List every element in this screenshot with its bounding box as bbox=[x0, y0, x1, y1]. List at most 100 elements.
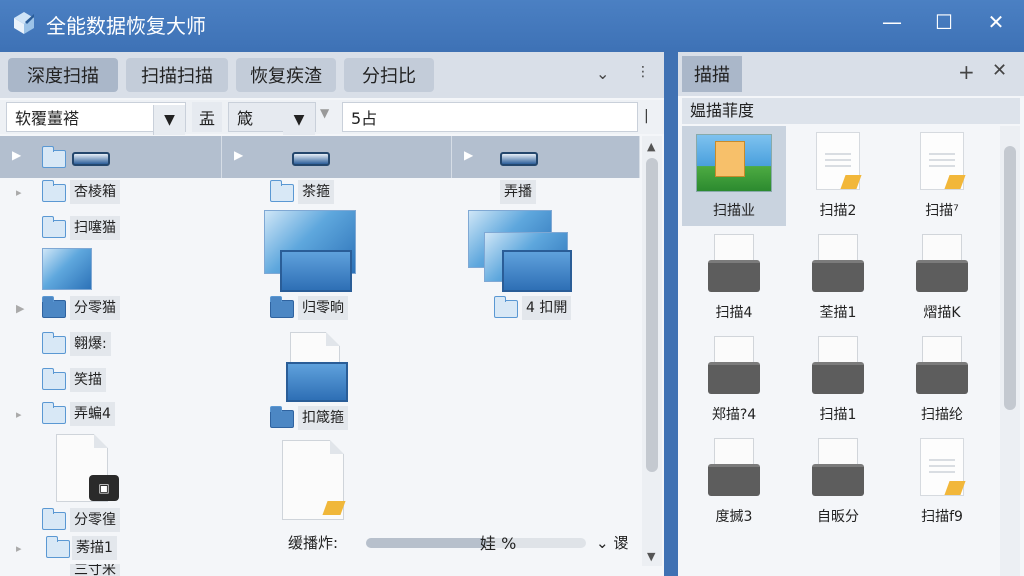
tab-recover[interactable]: 恢复疾渣 bbox=[236, 58, 336, 92]
tree-item-label: 三寸米 bbox=[70, 564, 120, 576]
filter-select[interactable]: 箴 ▼ bbox=[228, 102, 316, 135]
file-type-select[interactable]: 软覆薑褡 ▼ bbox=[6, 102, 186, 135]
result-item[interactable]: 扫描1 bbox=[786, 330, 890, 430]
app-title: 全能数据恢复大师 bbox=[46, 14, 206, 38]
result-item-label: 扫描⁷ bbox=[925, 203, 959, 219]
result-item-label: 扫描4 bbox=[715, 305, 753, 321]
tree-item-label: 翱爆: bbox=[70, 332, 111, 356]
column-1-header[interactable]: ▶ bbox=[0, 136, 222, 178]
archive-document-icon bbox=[916, 234, 968, 292]
tree-item[interactable]: 茶箍 bbox=[240, 180, 440, 204]
folder-icon bbox=[42, 402, 66, 424]
close-window-button[interactable]: ✕ bbox=[976, 8, 1016, 36]
image-thumbnail[interactable] bbox=[42, 248, 92, 290]
folder-icon bbox=[42, 332, 66, 354]
column-header: ▶ ▶ ▶ bbox=[0, 136, 640, 178]
result-item[interactable]: 扫描业 bbox=[682, 126, 786, 226]
result-item-label: 扫描f9 bbox=[921, 509, 963, 525]
result-item-label: 度搣3 bbox=[715, 509, 753, 525]
result-item-label: 熠描K bbox=[923, 305, 961, 321]
result-item-label: 扫描2 bbox=[819, 203, 857, 219]
document-icon[interactable] bbox=[282, 440, 346, 520]
image-thumbnail[interactable] bbox=[280, 250, 352, 292]
document-icon[interactable]: ▣ bbox=[56, 434, 119, 502]
status-label: 缓播炸: bbox=[288, 534, 339, 552]
archive-document-icon bbox=[708, 438, 760, 496]
result-item[interactable]: 郑描?4 bbox=[682, 330, 786, 430]
title-bar: 全能数据恢复大师 — ☐ ✕ bbox=[0, 0, 1024, 50]
scroll-up-icon[interactable]: ▲ bbox=[647, 140, 655, 153]
folder-icon bbox=[42, 508, 66, 530]
tree-item[interactable]: 三寸米 bbox=[0, 564, 220, 576]
expand-arrow-icon[interactable]: ▶ bbox=[234, 148, 243, 162]
folder-icon bbox=[270, 406, 294, 428]
status-dropdown[interactable]: ⌄ 谡 bbox=[596, 532, 628, 553]
right-vertical-scrollbar[interactable] bbox=[1000, 126, 1020, 576]
archive-document-icon bbox=[812, 438, 864, 496]
result-item[interactable]: 扫描纶 bbox=[890, 330, 994, 430]
tree-item[interactable]: 归零晌 bbox=[240, 296, 440, 320]
document-icon bbox=[920, 132, 966, 190]
expand-arrow-icon[interactable]: ▶ bbox=[12, 148, 21, 162]
tree-item-label: 茶箍 bbox=[298, 180, 334, 204]
close-pane-icon[interactable]: ✕ bbox=[992, 60, 1007, 81]
maximize-button[interactable]: ☐ bbox=[924, 8, 964, 36]
result-item[interactable]: 扫描2 bbox=[786, 126, 890, 226]
dropdown-arrow-icon[interactable]: ▼ bbox=[283, 105, 315, 135]
result-item[interactable]: 扫描4 bbox=[682, 228, 786, 328]
result-item[interactable]: 荃描1 bbox=[786, 228, 890, 328]
expand-arrow-icon[interactable]: ▶ bbox=[16, 302, 24, 315]
expand-arrow-icon[interactable]: ▶ bbox=[464, 148, 473, 162]
tree-item[interactable]: ▸ 杏棱箱 bbox=[0, 180, 220, 204]
tab-split[interactable]: 分扫比 bbox=[344, 58, 434, 92]
tree-item[interactable]: 弄播 bbox=[490, 180, 640, 204]
result-item[interactable]: 扫描⁷ bbox=[890, 126, 994, 226]
add-tab-icon[interactable]: + bbox=[958, 60, 975, 84]
more-icon[interactable]: ⋮ bbox=[636, 64, 650, 80]
expand-arrow-icon[interactable]: ▸ bbox=[16, 186, 22, 199]
tree-item[interactable]: ▸ 弄蝙4 bbox=[0, 402, 220, 426]
tree-item[interactable]: 扣箴箍 bbox=[240, 406, 440, 430]
left-pane: 深度扫描 扫描扫描 恢复疾渣 分扫比 ⌄ ⋮ 软覆薑褡 ▼ 盂 箴 ▼ ▼ 5占… bbox=[0, 52, 664, 576]
result-item-label: 扫描纶 bbox=[921, 407, 963, 423]
tree-item[interactable]: 分零徨 bbox=[0, 508, 220, 532]
tab-scan[interactable]: 扫描扫描 bbox=[126, 58, 228, 92]
expand-arrow-icon[interactable]: ▸ bbox=[16, 542, 22, 555]
result-item[interactable]: 自昄分 bbox=[786, 432, 890, 532]
file-type-value: 软覆薑褡 bbox=[15, 109, 80, 128]
drive-icon bbox=[292, 152, 330, 166]
image-thumbnail[interactable] bbox=[502, 250, 572, 292]
chevron-down-icon[interactable]: ⌄ bbox=[596, 64, 609, 83]
tab-scan-results[interactable]: 描描 bbox=[682, 56, 742, 92]
dropdown-arrow-icon[interactable]: ▼ bbox=[153, 105, 185, 135]
tree-item[interactable]: ▸ 莠描1 bbox=[0, 536, 220, 560]
folder-icon bbox=[46, 536, 70, 558]
scroll-thumb[interactable] bbox=[646, 158, 658, 472]
minimize-button[interactable]: — bbox=[872, 8, 912, 36]
tree-item[interactable]: ▶ 分零猫 bbox=[0, 296, 220, 320]
column-2-header[interactable]: ▶ bbox=[222, 136, 452, 178]
scroll-thumb[interactable] bbox=[1004, 146, 1016, 410]
image-thumbnail[interactable] bbox=[286, 362, 348, 402]
folder-icon bbox=[270, 180, 294, 202]
drive-icon bbox=[72, 152, 110, 166]
expand-arrow-icon[interactable]: ▸ bbox=[16, 408, 22, 421]
archive-document-icon bbox=[812, 234, 864, 292]
left-vertical-scrollbar[interactable]: ▲ ▼ bbox=[642, 136, 662, 566]
result-item[interactable]: 熠描K bbox=[890, 228, 994, 328]
tree-item[interactable]: 笑描 bbox=[0, 368, 220, 392]
result-item-label: 郑描?4 bbox=[711, 407, 757, 423]
tree-item[interactable]: 翱爆: bbox=[0, 332, 220, 356]
folder-icon bbox=[42, 368, 66, 390]
search-input[interactable]: 5占 bbox=[342, 102, 638, 132]
tree-item[interactable]: 扫噻猫 bbox=[0, 216, 220, 240]
separator-arrow-icon: ▼ bbox=[320, 106, 330, 120]
column-3-header[interactable]: ▶ bbox=[452, 136, 640, 178]
tab-deep-scan[interactable]: 深度扫描 bbox=[8, 58, 118, 92]
tree-item-label: 分零徨 bbox=[70, 508, 120, 532]
result-item[interactable]: 度搣3 bbox=[682, 432, 786, 532]
tree-item[interactable]: 4 扣開 bbox=[490, 296, 640, 320]
scroll-down-icon[interactable]: ▼ bbox=[647, 550, 655, 563]
result-item-label: 自昄分 bbox=[817, 509, 859, 525]
result-item[interactable]: 扫描f9 bbox=[890, 432, 994, 532]
